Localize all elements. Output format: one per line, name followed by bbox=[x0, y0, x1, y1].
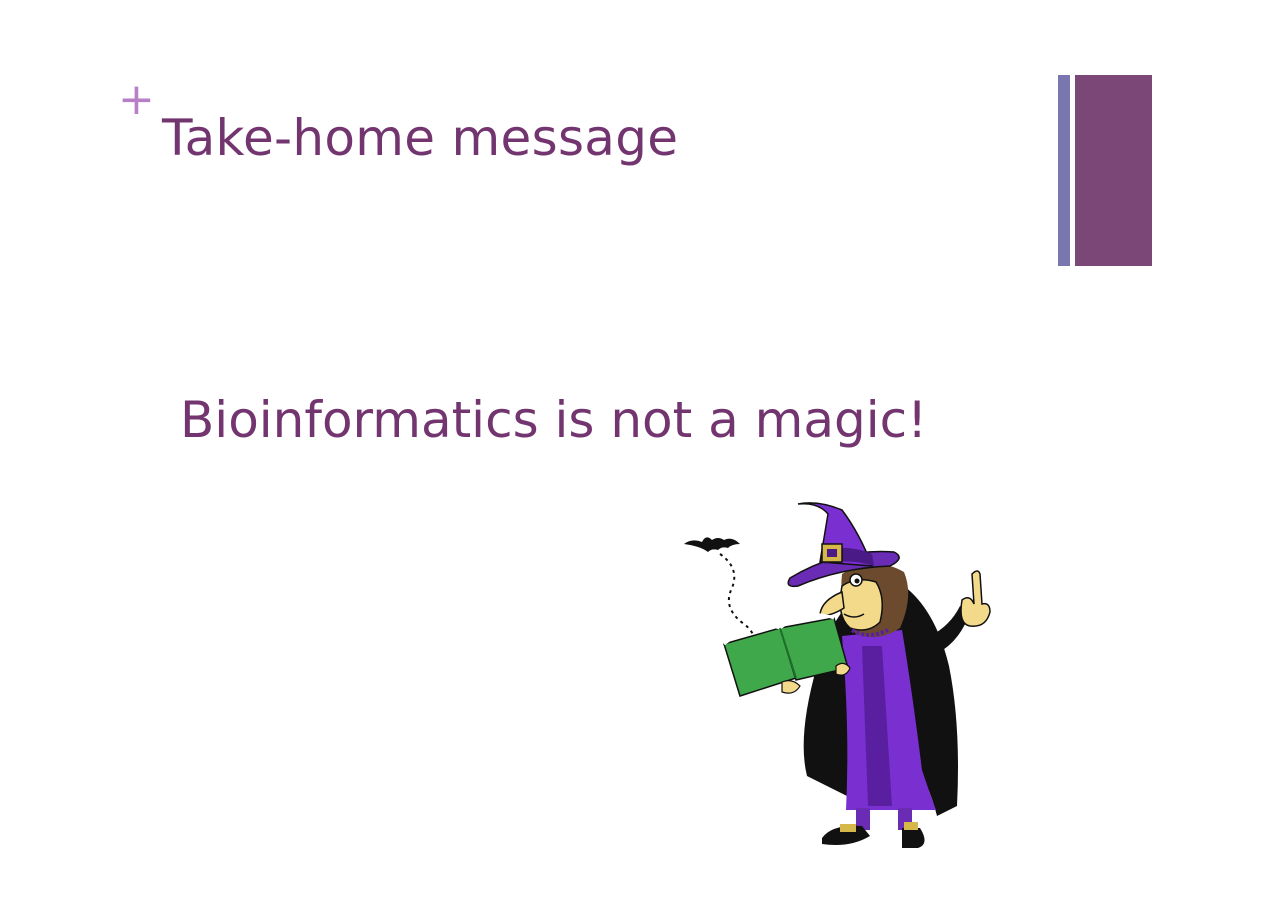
bat-icon bbox=[684, 537, 740, 552]
plus-icon: + bbox=[118, 74, 155, 125]
slide-title: Take-home message bbox=[162, 109, 679, 167]
slide: + Take-home message Bioinformatics is no… bbox=[0, 0, 1280, 904]
accent-bar-thin bbox=[1058, 75, 1070, 266]
accent-bar-thick bbox=[1075, 75, 1152, 266]
witch-illustration bbox=[684, 502, 991, 848]
slide-message: Bioinformatics is not a magic! bbox=[180, 391, 928, 449]
